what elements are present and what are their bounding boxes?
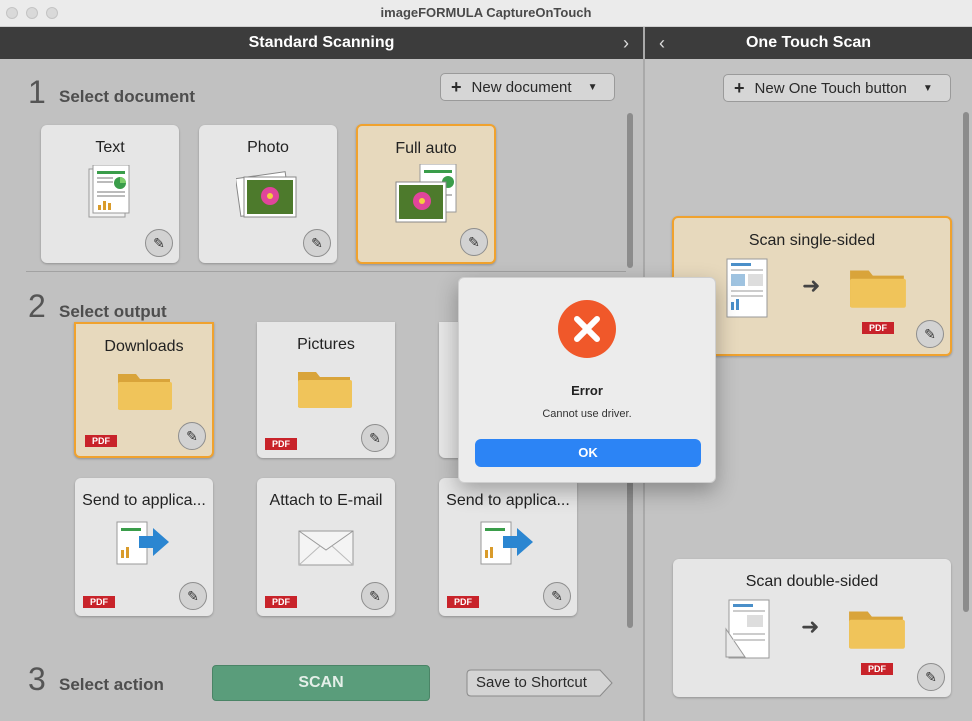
one-touch-scan-header: ‹ One Touch Scan (645, 27, 972, 59)
pdf-badge: PDF (862, 322, 894, 334)
plus-icon: + (451, 76, 462, 97)
edit-text-pencil-icon[interactable]: ✎ (145, 229, 173, 257)
chevron-left-icon[interactable]: ‹ (659, 27, 665, 59)
one-touch-scrollbar[interactable] (963, 112, 969, 612)
step-2-label: Select output (59, 302, 167, 321)
arrow-right-icon: ➜ (802, 273, 821, 298)
one-touch-scan-double-sided[interactable]: Scan double-sided ➜ PDF ✎ (673, 559, 951, 697)
title-bar: imageFORMULA CaptureOnTouch (0, 0, 972, 27)
output-card-label: Attach to E-mail (269, 492, 383, 509)
plus-icon: + (734, 77, 745, 98)
output-card-send-to-app-1[interactable]: Send to applica... PDF ✎ (75, 478, 213, 616)
document-card-text[interactable]: Text ✎ (41, 125, 179, 263)
one-touch-label: Scan double-sided (745, 573, 879, 590)
outputs-scrollbar[interactable] (627, 480, 633, 628)
folder-icon (848, 264, 908, 315)
output-card-label: Downloads (104, 338, 184, 355)
send-to-app-icon (115, 520, 173, 575)
envelope-icon (298, 530, 354, 571)
documents-scrollbar[interactable] (627, 113, 633, 268)
caret-down-icon: ▼ (922, 82, 933, 94)
edit-downloads-pencil-icon[interactable]: ✎ (178, 422, 206, 450)
pdf-badge: PDF (83, 596, 115, 608)
pdf-badge: PDF (265, 438, 297, 450)
output-card-send-to-app-2[interactable]: Send to applica... PDF ✎ (439, 478, 577, 616)
pdf-badge: PDF (85, 435, 117, 447)
edit-photo-pencil-icon[interactable]: ✎ (303, 229, 331, 257)
error-dialog: Error Cannot use driver. OK (458, 277, 716, 483)
new-one-touch-button[interactable]: + New One Touch button ▼ (723, 74, 951, 102)
edit-full-auto-pencil-icon[interactable]: ✎ (460, 228, 488, 256)
step-1-number: 1 (28, 74, 46, 110)
text-document-icon (87, 164, 133, 226)
edit-pictures-pencil-icon[interactable]: ✎ (361, 424, 389, 452)
edit-send-to-app-pencil-icon[interactable]: ✎ (179, 582, 207, 610)
document-card-label: Text (95, 139, 125, 156)
document-card-photo[interactable]: Photo ✎ (199, 125, 337, 263)
photo-icon (235, 169, 300, 226)
pdf-badge: PDF (861, 663, 893, 675)
document-card-full-auto[interactable]: Full auto ✎ (356, 124, 496, 264)
step-2-number: 2 (28, 288, 46, 324)
chevron-right-icon[interactable]: › (623, 27, 629, 59)
output-card-label: Pictures (297, 336, 355, 353)
folder-icon (296, 366, 354, 415)
send-to-app-icon (479, 520, 537, 575)
window-title: imageFORMULA CaptureOnTouch (380, 5, 592, 20)
output-card-label: Send to applica... (446, 492, 570, 509)
step-1-label: Select document (59, 87, 196, 106)
save-to-shortcut-label: Save to Shortcut (476, 674, 587, 691)
folder-icon (847, 605, 907, 656)
error-title: Error (571, 383, 603, 398)
pdf-badge: PDF (447, 596, 479, 608)
pdf-badge: PDF (265, 596, 297, 608)
edit-attach-email-pencil-icon[interactable]: ✎ (361, 582, 389, 610)
double-page-icon (725, 599, 771, 666)
document-card-label: Photo (247, 139, 289, 156)
standard-scanning-header: Standard Scanning › (0, 27, 643, 59)
output-card-pictures[interactable]: Pictures PDF ✎ (257, 322, 395, 458)
scan-button[interactable]: SCAN (212, 665, 430, 701)
edit-single-sided-pencil-icon[interactable]: ✎ (916, 320, 944, 348)
error-message: Cannot use driver. (542, 408, 632, 420)
step-3-number: 3 (28, 661, 46, 697)
single-page-icon (726, 258, 768, 323)
output-card-label: Send to applica... (82, 492, 206, 509)
document-card-label: Full auto (395, 140, 457, 157)
error-x-icon (558, 300, 616, 358)
section-separator (26, 271, 626, 272)
arrow-right-icon: ➜ (801, 614, 820, 639)
new-one-touch-label: New One Touch button (754, 79, 907, 97)
one-touch-scan-title: One Touch Scan (745, 34, 872, 51)
new-document-label: New document (471, 78, 572, 96)
standard-scanning-title: Standard Scanning (248, 34, 395, 51)
output-card-attach-email[interactable]: Attach to E-mail PDF ✎ (257, 478, 395, 616)
full-auto-icon (394, 163, 460, 231)
edit-send-to-app-2-pencil-icon[interactable]: ✎ (543, 582, 571, 610)
edit-double-sided-pencil-icon[interactable]: ✎ (917, 663, 945, 691)
one-touch-label: Scan single-sided (748, 232, 876, 249)
save-to-shortcut-button[interactable]: Save to Shortcut (466, 669, 614, 697)
new-document-button[interactable]: + New document ▼ (440, 73, 615, 101)
folder-icon (116, 368, 174, 417)
output-card-downloads[interactable]: Downloads PDF ✎ (74, 322, 214, 458)
ok-button[interactable]: OK (475, 439, 701, 467)
step-3-label: Select action (59, 675, 164, 694)
caret-down-icon: ▼ (587, 81, 598, 93)
